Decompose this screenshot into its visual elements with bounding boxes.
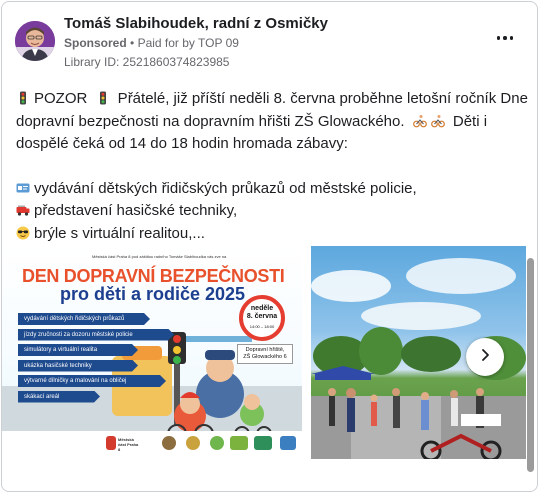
poster-date-badge: neděle 8. června 14:00 – 18:00 (239, 295, 285, 341)
poster-activity: výtvarné dílničky a malování na obličej (18, 375, 166, 387)
badge-time: 14:00 – 18:00 (249, 324, 275, 329)
id-card-icon (16, 180, 30, 194)
traffic-light-icon (96, 90, 110, 105)
badge-date: 8. června (246, 313, 278, 320)
bullet-text: brýle s virtuální realitou,... (34, 224, 205, 242)
post-body: POZOR Přátelé, již příští neděli 8. červ… (16, 88, 531, 245)
praha8-logo-icon (106, 436, 116, 450)
police-logo-icon (162, 436, 176, 450)
location-line1: Dopravní hřiště, (245, 347, 285, 353)
sunglasses-face-icon (16, 225, 30, 239)
bullet-text: představení hasičské techniky, (34, 202, 238, 219)
bullet-text: vydávání dětských řidičských průkazů od … (34, 179, 417, 197)
logo-text: Městská část Praha 8 (118, 437, 139, 452)
poster-subtitle: pro děti a rodiče 2025 (60, 284, 246, 304)
cyclist-icon (430, 113, 445, 127)
library-id: Library ID: 2521860374823985 (64, 55, 230, 69)
more-horizontal-icon (496, 36, 514, 40)
partner-logo-icon (254, 436, 272, 450)
poster-activity: vydávání dětských řidičských průkazů (18, 313, 150, 325)
more-options-button[interactable] (493, 30, 517, 46)
poster-activity: ukázka hasičské techniky (18, 360, 138, 372)
pozor-label: POZOR (34, 90, 88, 107)
partner-logo-icon (280, 436, 296, 450)
chevron-right-icon (478, 348, 492, 367)
poster-activity: simulátory a virtuální realita (18, 344, 138, 356)
poster-small-text: Městská část Praha 8 pod záštitou radníh… (92, 254, 227, 259)
badge-day: neděle (250, 305, 274, 312)
bullet-item: brýle s virtuální realitou,... (16, 223, 531, 246)
poster-location: Dopravní hřiště, ZŠ Glowackého 6 (237, 344, 293, 364)
poster-activity: jízdy zručnosti za dozoru městské polici… (18, 329, 174, 341)
sponsored-line: Sponsored • Paid for by TOP 09 (64, 36, 239, 50)
partner-logo-icon (210, 436, 224, 450)
image-carousel: Městská část Praha 8 pod záštitou radníh… (2, 246, 537, 459)
sponsored-label[interactable]: Sponsored (64, 36, 127, 50)
carousel-next-button[interactable] (466, 338, 504, 376)
poster-activity: skákací areál (18, 391, 100, 403)
poster-activity-list: vydávání dětských řidičských průkazů jíz… (18, 313, 174, 406)
bullet-item: vydávání dětských řidičských průkazů od … (16, 178, 531, 201)
paid-for-label: Paid for by TOP 09 (137, 36, 239, 50)
meta-separator: • (130, 36, 135, 50)
sponsored-post-card: Tomáš Slabihoudek, radní z Osmičky Spons… (1, 1, 538, 492)
author-avatar[interactable] (15, 21, 55, 61)
partner-logo-icon (230, 436, 248, 450)
fire-engine-icon (16, 202, 30, 216)
cyclist-icon (412, 113, 427, 127)
author-name[interactable]: Tomáš Slabihoudek, radní z Osmičky (64, 15, 328, 32)
carousel-slide-poster[interactable]: Městská část Praha 8 pod záštitou radníh… (2, 246, 302, 459)
firefighters-logo-icon (186, 436, 200, 450)
location-line2: ZŠ Glowackého 6 (243, 354, 287, 360)
page-scrollbar[interactable] (527, 258, 534, 472)
bullet-item: představení hasičské techniky, (16, 200, 531, 223)
traffic-light-icon (16, 90, 30, 105)
